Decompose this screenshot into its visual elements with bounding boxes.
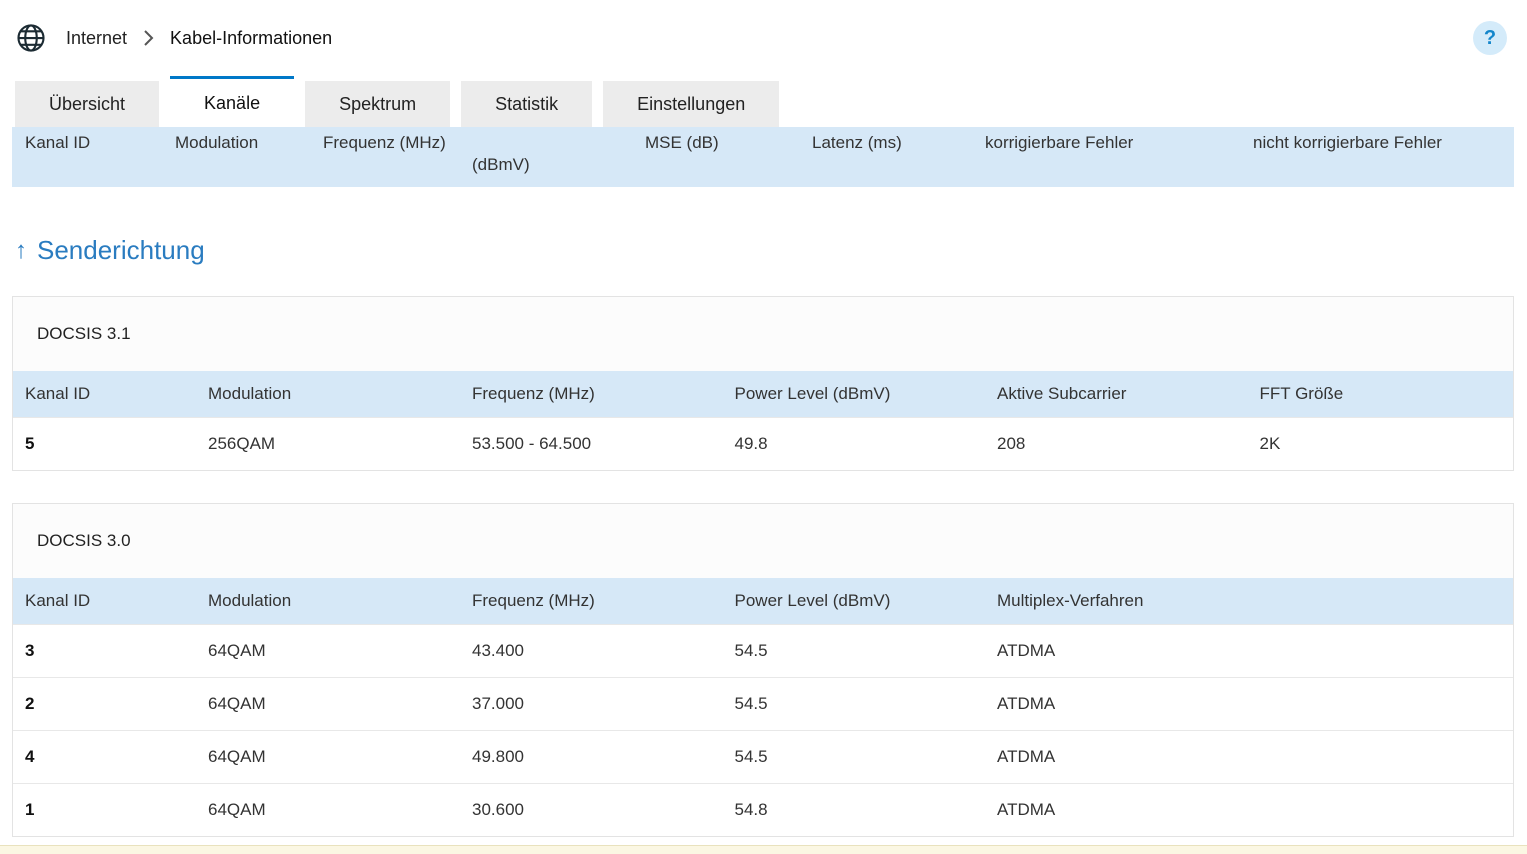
col-header-fft-groesse: FFT Größe [1247,371,1513,418]
globe-icon [16,23,46,53]
cell-power-level: 54.5 [722,624,985,678]
breadcrumb-internet[interactable]: Internet [66,28,127,49]
cell-modulation: 64QAM [196,783,460,836]
cell-frequenz: 30.600 [460,783,723,836]
tab-uebersicht[interactable]: Übersicht [15,81,160,127]
col-header-aktive-subcarrier: Aktive Subcarrier [985,371,1248,418]
cell-kanal-id: 1 [13,783,196,836]
col-header-power-level: Power Level (dBmV) [722,578,985,625]
tab-spektrum[interactable]: Spektrum [305,81,451,127]
table-header-row: Kanal ID Modulation Frequenz (MHz) Power… [13,578,1513,625]
col-header-frequenz: Frequenz (MHz) [460,371,723,418]
breadcrumb-bar: Internet Kabel-Informationen ? [0,0,1527,76]
section-heading-senderichtung: ↑ Senderichtung [15,235,1527,266]
cell-kanal-id: 2 [13,677,196,731]
col-header-kanal-id: Kanal ID [13,371,196,418]
docsis30-table-card: DOCSIS 3.0 Kanal ID Modulation Frequenz … [12,503,1514,837]
col-header: Frequenz (MHz) [323,133,446,152]
footer-strip [0,845,1527,854]
col-header-modulation: Modulation [196,371,460,418]
cell-modulation: 64QAM [196,730,460,784]
tab-bar: Übersicht Kanäle Spektrum Statistik Eins… [0,76,1527,127]
cell-modulation: 64QAM [196,677,460,731]
col-header: MSE (dB) [645,133,719,152]
col-header: Kanal ID [25,133,91,152]
table-row: 4 64QAM 49.800 54.5 ATDMA [13,730,1513,784]
col-header: (dBmV) [472,155,530,174]
docsis31-group-title: DOCSIS 3.1 [13,297,1513,371]
cell-modulation: 256QAM [196,417,460,470]
tab-einstellungen[interactable]: Einstellungen [603,81,780,127]
col-header-multiplex-verfahren: Multiplex-Verfahren [985,578,1513,625]
cell-frequenz: 53.500 - 64.500 [460,417,723,470]
cell-modulation: 64QAM [196,624,460,678]
table-row: 1 64QAM 30.600 54.8 ATDMA [13,783,1513,836]
cell-frequenz: 37.000 [460,677,723,731]
page-title: Kabel-Informationen [170,27,333,48]
cell-aktive-subcarrier: 208 [985,417,1248,470]
help-button[interactable]: ? [1473,21,1507,55]
table-row: 5 256QAM 53.500 - 64.500 49.8 208 2K [13,417,1513,470]
cell-power-level: 49.8 [722,417,985,470]
cell-multiplex-verfahren: ATDMA [985,783,1513,836]
col-header: Modulation [175,133,259,152]
cell-kanal-id: 3 [13,624,196,678]
tab-kanaele[interactable]: Kanäle [170,76,295,127]
cell-multiplex-verfahren: ATDMA [985,624,1513,678]
cell-frequenz: 43.400 [460,624,723,678]
cell-power-level: 54.5 [722,677,985,731]
col-header-power-level: Power Level (dBmV) [722,371,985,418]
col-header-modulation: Modulation [196,578,460,625]
table-row: 3 64QAM 43.400 54.5 ATDMA [13,624,1513,678]
col-header: nicht korrigierbare Fehler [1253,133,1442,152]
cell-power-level: 54.8 [722,783,985,836]
cell-multiplex-verfahren: ATDMA [985,677,1513,731]
chevron-right-icon [143,29,154,47]
cell-kanal-id: 4 [13,730,196,784]
cell-multiplex-verfahren: ATDMA [985,730,1513,784]
table-header-row: Kanal ID Modulation Frequenz (MHz) Power… [13,371,1513,418]
tab-statistik[interactable]: Statistik [461,81,593,127]
docsis31-table: Kanal ID Modulation Frequenz (MHz) Power… [13,371,1513,470]
docsis31-table-card: DOCSIS 3.1 Kanal ID Modulation Frequenz … [12,296,1514,471]
downstream-table-header-clipped: Kanal ID Modulation Frequenz (MHz) (dBmV… [12,127,1514,187]
cell-frequenz: 49.800 [460,730,723,784]
col-header: Latenz (ms) [812,133,902,152]
col-header-kanal-id: Kanal ID [13,578,196,625]
cell-fft-groesse: 2K [1247,417,1513,470]
section-title: Senderichtung [37,235,205,265]
cell-power-level: 54.5 [722,730,985,784]
col-header-frequenz: Frequenz (MHz) [460,578,723,625]
docsis30-group-title: DOCSIS 3.0 [13,504,1513,578]
docsis30-table: Kanal ID Modulation Frequenz (MHz) Power… [13,578,1513,836]
upstream-arrow-icon: ↑ [15,236,27,264]
col-header: korrigierbare Fehler [985,133,1134,152]
cell-kanal-id: 5 [13,417,196,470]
table-row: 2 64QAM 37.000 54.5 ATDMA [13,677,1513,731]
